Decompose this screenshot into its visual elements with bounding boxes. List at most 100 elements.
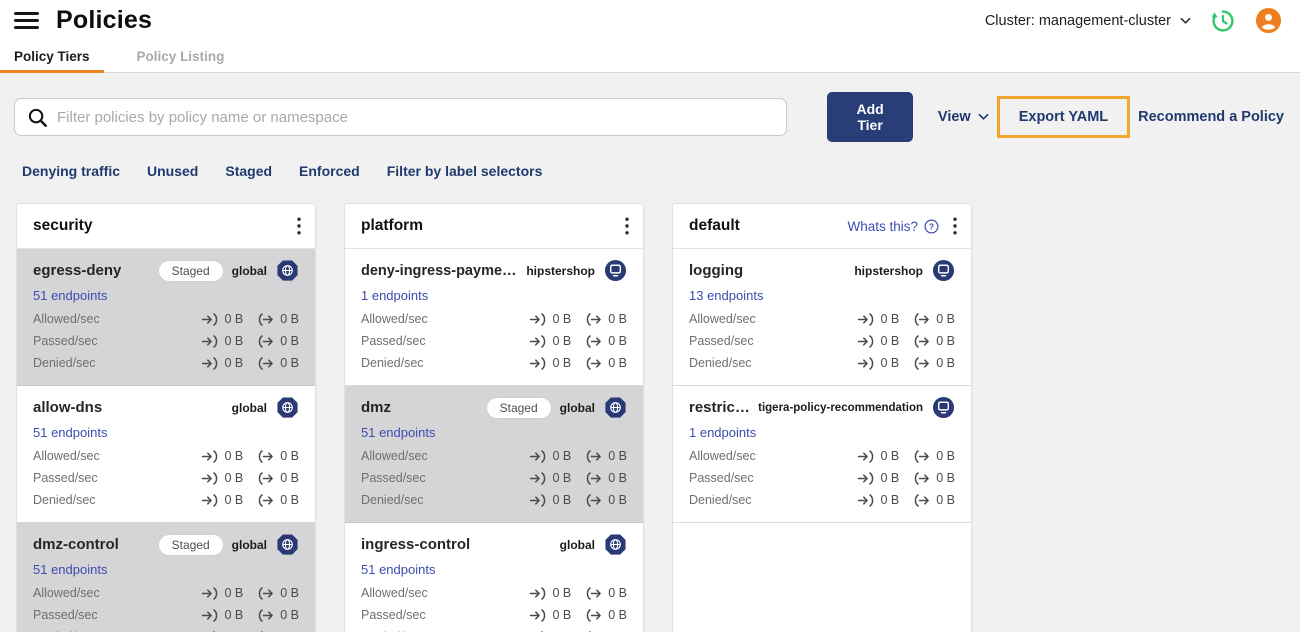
ingress-traffic-icon [529, 357, 547, 370]
view-dropdown[interactable]: View [938, 109, 989, 125]
view-dropdown-label: View [937, 109, 971, 125]
egress-traffic-icon [257, 335, 275, 348]
endpoints-link[interactable]: 1 endpoints [361, 288, 428, 303]
egress-traffic-icon [257, 450, 275, 463]
policy-name: logging [689, 262, 744, 279]
endpoints-link[interactable]: 51 endpoints [361, 425, 435, 440]
global-scope-icon [276, 259, 299, 282]
egress-traffic-icon [913, 472, 931, 485]
tier-name: platform [361, 217, 423, 234]
ingress-traffic-icon [529, 587, 547, 600]
policy-name: egress-deny [33, 262, 122, 279]
global-scope-icon [604, 533, 627, 556]
ingress-traffic-icon [529, 313, 547, 326]
global-scope-icon [604, 396, 627, 419]
policy-card[interactable]: logging hipstershop 13 endpoints Allowed… [673, 249, 971, 386]
kebab-menu-icon[interactable] [297, 217, 301, 235]
search-box[interactable] [14, 98, 788, 136]
metric-row: Denied/sec 0 B 0 B [361, 493, 627, 507]
toolbar: Add Tier View Export YAML Recommend a Po… [14, 92, 1284, 142]
kebab-menu-icon[interactable] [625, 217, 629, 235]
filter-enforced[interactable]: Enforced [299, 163, 360, 179]
metric-row: Denied/sec 0 B 0 B [361, 626, 627, 632]
metric-row: Allowed/sec 0 B 0 B [689, 312, 955, 326]
ingress-traffic-icon [201, 609, 219, 622]
metric-row: Allowed/sec 0 B 0 B [33, 586, 299, 600]
metric-row: Denied/sec 0 B 0 B [689, 356, 955, 370]
policy-card[interactable]: dmz-control Staged global 51 endpoints A… [17, 523, 315, 632]
ingress-traffic-icon [529, 609, 547, 622]
metric-row: Denied/sec 0 B 0 B [33, 356, 299, 370]
filter-denying-traffic[interactable]: Denying traffic [22, 163, 120, 179]
endpoints-link[interactable]: 51 endpoints [361, 562, 435, 577]
policy-card[interactable]: allow-dns global 51 endpoints Allowed/se… [17, 386, 315, 523]
tier-board: security egress-deny Staged global 51 en… [0, 195, 1300, 632]
egress-traffic-icon [585, 472, 603, 485]
ingress-traffic-icon [201, 472, 219, 485]
policy-name: allow-dns [33, 399, 103, 416]
egress-traffic-icon [913, 494, 931, 507]
filter-unused[interactable]: Unused [147, 163, 198, 179]
whats-this-link[interactable]: Whats this? [847, 219, 939, 234]
policy-scope: hipstershop [854, 263, 923, 278]
egress-traffic-icon [585, 450, 603, 463]
metric-row: Passed/sec 0 B 0 B [33, 471, 299, 485]
filter-by-label-selectors[interactable]: Filter by label selectors [387, 163, 543, 179]
ingress-traffic-icon [857, 357, 875, 370]
metric-row: Passed/sec 0 B 0 B [33, 608, 299, 622]
ingress-traffic-icon [857, 494, 875, 507]
endpoints-link[interactable]: 51 endpoints [33, 425, 107, 440]
add-tier-button[interactable]: Add Tier [827, 92, 913, 142]
tier-security: security egress-deny Staged global 51 en… [16, 203, 316, 632]
policy-scope: global [231, 263, 267, 278]
menu-icon[interactable] [14, 11, 39, 30]
policy-card[interactable]: deny-ingress-paymentservi… hipstershop 1… [345, 249, 643, 386]
metric-row: Allowed/sec 0 B 0 B [361, 312, 627, 326]
cluster-selector-label: Cluster: management-cluster [984, 12, 1171, 29]
endpoints-link[interactable]: 51 endpoints [33, 288, 107, 303]
policy-card[interactable]: ingress-control global 51 endpoints Allo… [345, 523, 643, 632]
tier-empty-area [673, 523, 971, 632]
policy-card[interactable]: dmz Staged global 51 endpoints Allowed/s… [345, 386, 643, 523]
metric-row: Denied/sec 0 B 0 B [361, 356, 627, 370]
avatar-icon[interactable] [1255, 7, 1282, 34]
egress-traffic-icon [913, 450, 931, 463]
tab-policy-tiers[interactable]: Policy Tiers [0, 41, 104, 73]
ingress-traffic-icon [857, 335, 875, 348]
metric-row: Passed/sec 0 B 0 B [361, 608, 627, 622]
history-icon[interactable] [1210, 8, 1236, 34]
kebab-menu-icon[interactable] [953, 217, 957, 235]
staged-badge: Staged [486, 397, 551, 418]
search-input[interactable] [57, 108, 775, 126]
ingress-traffic-icon [201, 357, 219, 370]
policy-card[interactable]: restricted tigera-policy-recommendation … [673, 386, 971, 523]
policy-card[interactable]: egress-deny Staged global 51 endpoints A… [17, 249, 315, 386]
egress-traffic-icon [585, 313, 603, 326]
egress-traffic-icon [257, 313, 275, 326]
egress-traffic-icon [585, 335, 603, 348]
cluster-selector[interactable]: Cluster: management-cluster [985, 13, 1191, 29]
metric-row: Allowed/sec 0 B 0 B [689, 449, 955, 463]
filter-staged[interactable]: Staged [225, 163, 272, 179]
metric-row: Passed/sec 0 B 0 B [689, 471, 955, 485]
ingress-traffic-icon [201, 450, 219, 463]
search-icon [28, 108, 47, 127]
egress-traffic-icon [585, 587, 603, 600]
egress-traffic-icon [913, 335, 931, 348]
egress-traffic-icon [257, 587, 275, 600]
recommend-policy-button[interactable]: Recommend a Policy [1138, 109, 1284, 125]
metric-row: Passed/sec 0 B 0 B [33, 334, 299, 348]
tier-platform: platform deny-ingress-paymentservi… hips… [344, 203, 644, 632]
endpoints-link[interactable]: 51 endpoints [33, 562, 107, 577]
chevron-down-icon [1180, 17, 1191, 25]
staged-badge: Staged [158, 260, 223, 281]
question-circle-icon [924, 219, 939, 234]
namespace-scope-icon [932, 259, 955, 282]
ingress-traffic-icon [529, 472, 547, 485]
tab-bar: Policy Tiers Policy Listing [0, 41, 1300, 73]
tab-policy-listing[interactable]: Policy Listing [123, 41, 239, 72]
export-yaml-button[interactable]: Export YAML [1019, 109, 1108, 125]
chevron-down-icon [978, 113, 989, 121]
endpoints-link[interactable]: 1 endpoints [689, 425, 756, 440]
endpoints-link[interactable]: 13 endpoints [689, 288, 763, 303]
